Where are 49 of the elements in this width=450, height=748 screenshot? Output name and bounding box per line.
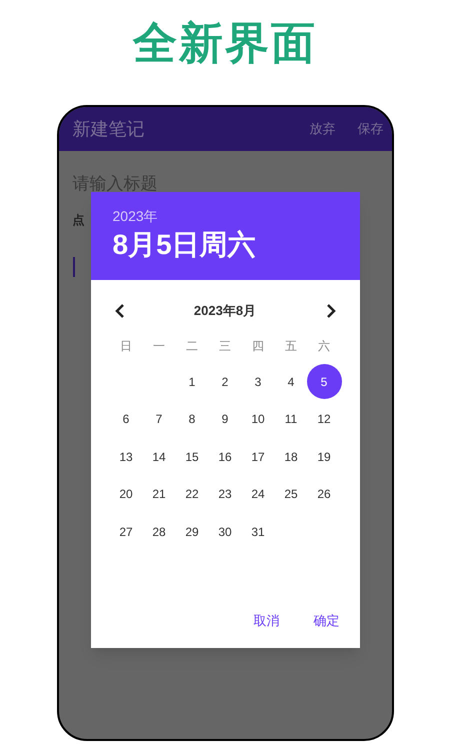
app-bar-title: 新建笔记 (72, 118, 144, 140)
calendar-day[interactable]: 23 (208, 476, 242, 512)
calendar-day[interactable]: 11 (274, 402, 308, 437)
weekday-label: 日 (119, 338, 133, 355)
calendar-day[interactable]: 20 (108, 476, 144, 512)
calendar-day[interactable]: 7 (142, 402, 176, 437)
calendar-day[interactable]: 24 (240, 476, 276, 512)
calendar-day[interactable]: 10 (240, 402, 276, 437)
calendar-day[interactable]: 22 (174, 476, 210, 512)
calendar-day[interactable]: 26 (306, 476, 342, 512)
calendar-day[interactable]: 19 (306, 439, 342, 474)
calendar-day[interactable]: 12 (306, 402, 342, 437)
calendar-day[interactable]: 4 (274, 364, 308, 400)
year-text[interactable]: 2023年 (112, 206, 338, 227)
calendar-day[interactable]: 17 (240, 439, 276, 474)
month-title: 2023年8月 (194, 302, 256, 320)
calendar-day[interactable]: 25 (274, 476, 308, 512)
calendar-day[interactable]: 18 (274, 439, 308, 474)
calendar-day[interactable]: 9 (208, 402, 242, 437)
calendar-day[interactable]: 5 (306, 364, 342, 400)
calendar-day[interactable]: 28 (142, 514, 176, 550)
calendar-day[interactable]: 14 (142, 439, 176, 474)
hint-text: 点 (72, 212, 84, 228)
calendar-day[interactable]: 21 (142, 476, 176, 512)
dialog-button[interactable]: 取消 (244, 604, 290, 636)
calendar-day[interactable]: 13 (108, 439, 144, 474)
weekday-label: 二 (185, 338, 199, 355)
banner-title: 全新界面 (133, 18, 317, 70)
weekday-label: 三 (218, 338, 232, 355)
calendar-day[interactable]: 8 (174, 402, 210, 437)
weekday-label: 五 (284, 338, 298, 355)
weekday-label: 四 (251, 338, 265, 355)
calendar-day[interactable]: 6 (108, 402, 144, 437)
calendar-day[interactable]: 27 (108, 514, 144, 550)
weekday-label: 一 (152, 338, 166, 355)
calendar-day[interactable]: 30 (208, 514, 242, 550)
weekday-label: 六 (317, 338, 331, 355)
selected-date-text: 8月5日周六 (112, 228, 257, 262)
dialog-button[interactable]: 确定 (304, 604, 350, 636)
next-month-icon[interactable] (326, 304, 336, 318)
calendar-day[interactable]: 2 (208, 364, 242, 400)
calendar-day[interactable]: 16 (208, 439, 242, 474)
calendar-day[interactable]: 15 (174, 439, 210, 474)
calendar-day[interactable]: 31 (240, 514, 276, 550)
calendar-day[interactable]: 3 (240, 364, 276, 400)
calendar-day[interactable]: 1 (174, 364, 210, 400)
previous-month-icon[interactable] (114, 304, 124, 318)
calendar-day[interactable]: 29 (174, 514, 210, 550)
text-cursor (72, 256, 74, 276)
